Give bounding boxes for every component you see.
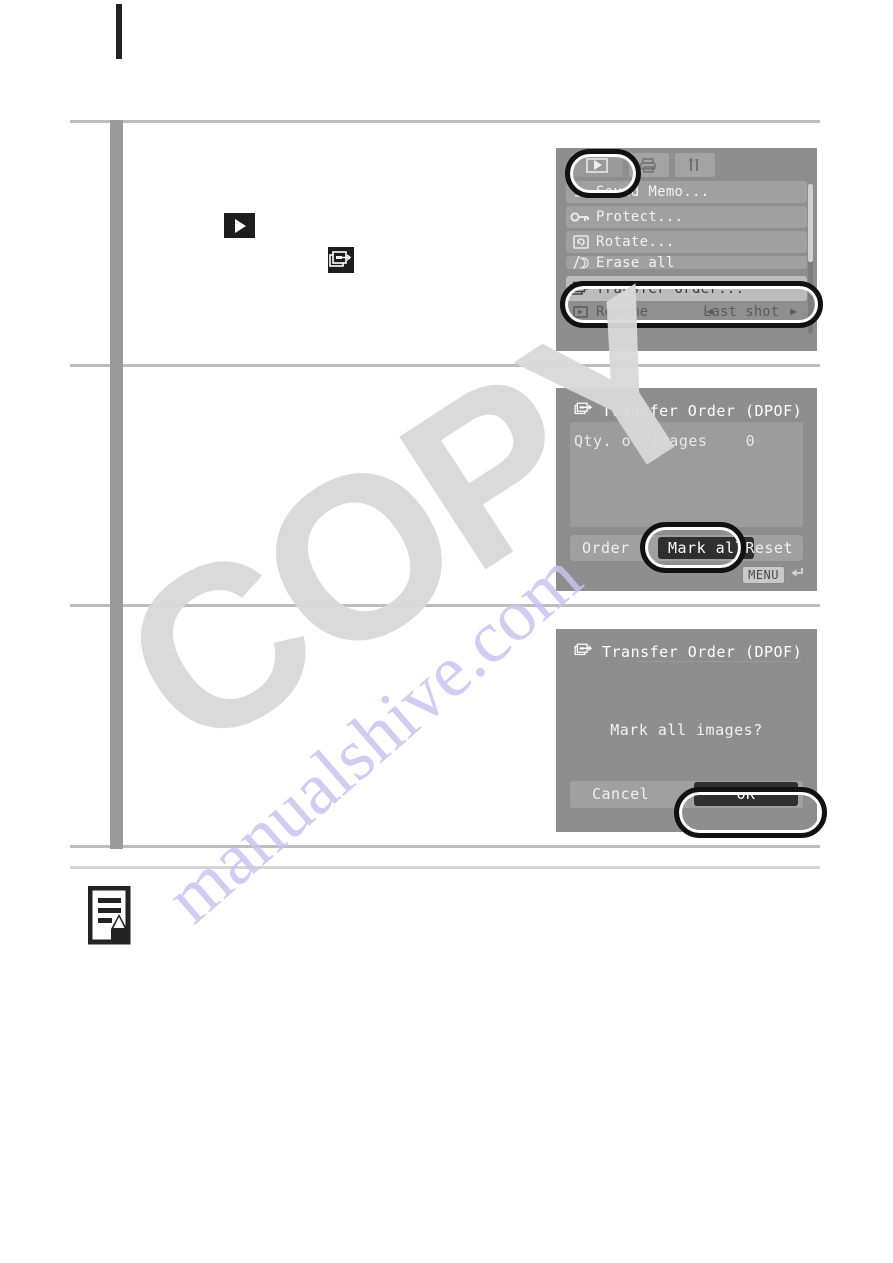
page-header-marker bbox=[116, 4, 122, 59]
menu-item-sound-memo[interactable]: Sound Memo... bbox=[566, 181, 807, 203]
watermark-site: manualshive.com bbox=[150, 536, 597, 940]
screen-title-text: Transfer Order (DPOF) bbox=[602, 643, 803, 661]
menu-item-label: Protect... bbox=[596, 209, 684, 225]
menu-item-protect[interactable]: Protect... bbox=[566, 206, 807, 228]
menu-item-list: Sound Memo... Protect... Rotate... Erase… bbox=[556, 181, 817, 323]
menu-item-label: Resume bbox=[596, 304, 649, 320]
playback-icon bbox=[224, 213, 255, 238]
menu-item-erase-all[interactable]: Erase all bbox=[566, 256, 807, 269]
screen-title: Transfer Order (DPOF) bbox=[574, 401, 802, 421]
note-pencil-icon bbox=[87, 885, 135, 946]
qty-of-images-row: Qty. of Images 0 bbox=[574, 432, 755, 450]
menu-item-label: Sound Memo... bbox=[596, 184, 710, 200]
erase-all-icon bbox=[566, 256, 596, 269]
menu-scrollbar[interactable] bbox=[808, 184, 813, 334]
reset-button[interactable]: Reset bbox=[745, 539, 793, 557]
qty-label: Qty. of Images bbox=[574, 432, 708, 450]
step-column-bar bbox=[110, 120, 123, 849]
menu-return-hint: MENU bbox=[742, 565, 805, 584]
menu-item-resume[interactable]: Resume ◄ Last shot ► bbox=[566, 304, 807, 320]
confirm-message: Mark all images? bbox=[610, 721, 763, 739]
section-divider-2 bbox=[70, 364, 820, 367]
transfer-order-icon bbox=[328, 247, 354, 273]
chevron-right-icon[interactable]: ► bbox=[788, 306, 799, 318]
menu-item-rotate[interactable]: Rotate... bbox=[566, 231, 807, 253]
menu-item-label: Rotate... bbox=[596, 234, 675, 250]
camera-screen-play-menu: Sound Memo... Protect... Rotate... Erase… bbox=[556, 148, 817, 351]
setup-tools-icon bbox=[689, 157, 699, 171]
microphone-icon bbox=[566, 184, 596, 200]
camera-screen-mark-all-confirm: Transfer Order (DPOF) Mark all images? C… bbox=[556, 629, 817, 832]
playback-icon bbox=[586, 157, 608, 173]
transfer-order-icon bbox=[574, 642, 594, 662]
menu-button-badge[interactable]: MENU bbox=[742, 565, 785, 584]
cancel-button[interactable]: Cancel bbox=[592, 785, 649, 803]
section-divider-1 bbox=[70, 120, 820, 123]
tab-print[interactable] bbox=[629, 153, 669, 177]
section-divider-3 bbox=[70, 604, 820, 607]
screen-title: Transfer Order (DPOF) bbox=[574, 642, 802, 662]
tab-setup[interactable] bbox=[675, 153, 715, 177]
rotate-icon bbox=[566, 234, 596, 250]
tab-playback[interactable] bbox=[571, 153, 623, 177]
order-button[interactable]: Order bbox=[582, 539, 630, 557]
menu-item-transfer-order[interactable]: Transfer Order... bbox=[566, 276, 807, 301]
transfer-order-icon bbox=[574, 401, 594, 421]
section-divider-5 bbox=[70, 866, 820, 869]
menu-item-label: Erase all bbox=[596, 256, 675, 269]
scrollbar-thumb[interactable] bbox=[808, 184, 813, 262]
print-icon bbox=[640, 157, 656, 173]
screen-button-bar: Order Mark all Reset bbox=[570, 535, 803, 561]
mark-all-button[interactable]: Mark all bbox=[658, 537, 755, 559]
qty-value: 0 bbox=[745, 432, 756, 450]
menu-item-label: Transfer Order... bbox=[596, 280, 745, 297]
camera-screen-transfer-order: Transfer Order (DPOF) Qty. of Images 0 O… bbox=[556, 388, 817, 591]
return-arrow-icon bbox=[789, 565, 805, 584]
menu-item-value: Last shot bbox=[703, 304, 779, 320]
key-icon bbox=[566, 210, 596, 224]
manual-page: Sound Memo... Protect... Rotate... Erase… bbox=[0, 0, 893, 1263]
screen-title-text: Transfer Order (DPOF) bbox=[602, 402, 803, 420]
transfer-order-icon bbox=[566, 280, 596, 298]
section-divider-4 bbox=[70, 845, 820, 848]
resume-icon bbox=[566, 305, 596, 319]
confirm-button-bar: Cancel OK bbox=[570, 781, 803, 808]
menu-tabbar bbox=[556, 148, 817, 181]
ok-button[interactable]: OK bbox=[694, 782, 798, 806]
